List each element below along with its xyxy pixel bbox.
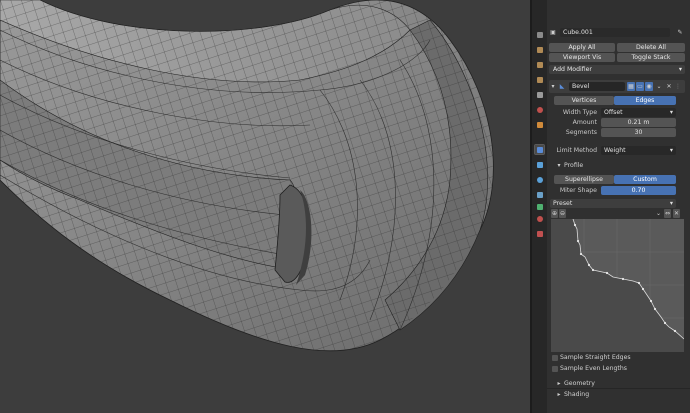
- geometry-expand-icon[interactable]: ▸: [556, 379, 562, 388]
- affect-edges-button[interactable]: Edges: [614, 96, 676, 105]
- bevel-icon: ◣: [559, 83, 565, 90]
- chevron-down-icon: ▾: [669, 200, 673, 207]
- toggle-stack-button[interactable]: Toggle Stack: [617, 53, 685, 62]
- object-tab[interactable]: [535, 120, 544, 129]
- delete-all-button[interactable]: Delete All: [617, 43, 685, 52]
- segments-label: Segments: [565, 129, 597, 136]
- modifier-tab[interactable]: [534, 144, 545, 155]
- profile-curve-plot: [551, 218, 685, 352]
- sample-even-lengths-label: Sample Even Lengths: [560, 365, 627, 372]
- sample-even-lengths-checkbox[interactable]: [552, 366, 558, 372]
- constraints-tab[interactable]: [535, 190, 544, 199]
- chevron-down-icon: ▾: [678, 66, 682, 73]
- miter-shape-label: Miter Shape: [559, 187, 597, 194]
- shading-header[interactable]: Shading: [564, 390, 589, 399]
- curve-options-icon[interactable]: ⌄: [655, 209, 662, 218]
- tool-tab[interactable]: [535, 30, 544, 39]
- particles-tab[interactable]: [535, 160, 544, 169]
- texture-tab[interactable]: [535, 229, 544, 238]
- dropdown-chevron-icon[interactable]: ⌄: [655, 82, 663, 91]
- collapse-icon[interactable]: ▾: [550, 82, 556, 91]
- profile-collapse-icon[interactable]: ▾: [556, 161, 562, 170]
- width-type-label: Width Type: [562, 109, 597, 116]
- object-data-tab[interactable]: [535, 202, 544, 211]
- viewport-vis-button[interactable]: Viewport Vis: [549, 53, 615, 62]
- segments-field[interactable]: 30: [601, 128, 676, 137]
- output-tab[interactable]: [535, 60, 544, 69]
- x-icon[interactable]: ✕: [665, 82, 673, 91]
- object-name-field[interactable]: Cube.001: [560, 28, 670, 37]
- wrench-icon: [536, 146, 543, 153]
- mesh-render: [0, 0, 530, 413]
- divider: [547, 388, 690, 389]
- sample-straight-edges-checkbox[interactable]: [552, 355, 558, 361]
- pin-icon[interactable]: ✎: [675, 28, 685, 37]
- modifier-name-field[interactable]: Bevel: [569, 82, 625, 91]
- edit-mode-toggle[interactable]: ▦: [627, 82, 635, 91]
- camera-icon[interactable]: ◉: [645, 82, 653, 91]
- preset-dropdown[interactable]: Preset ▾: [550, 199, 676, 208]
- profile-curve-widget[interactable]: [551, 218, 685, 352]
- physics-tab[interactable]: [535, 175, 544, 184]
- apply-all-button[interactable]: Apply All: [549, 43, 615, 52]
- width-type-dropdown[interactable]: Offset ▾: [601, 108, 676, 117]
- zoom-out-icon[interactable]: ⊖: [559, 209, 566, 218]
- geometry-header[interactable]: Geometry: [564, 379, 595, 388]
- 3d-viewport[interactable]: [0, 0, 530, 413]
- scene-tab[interactable]: [535, 90, 544, 99]
- amount-label: Amount: [572, 119, 597, 126]
- zoom-in-icon[interactable]: ⊕: [551, 209, 558, 218]
- render-tab[interactable]: [535, 45, 544, 54]
- properties-panel: ▣ Cube.001 ✎ Apply All Delete All Viewpo…: [547, 0, 690, 413]
- chevron-down-icon: ▾: [669, 109, 673, 116]
- material-tab[interactable]: [535, 214, 544, 223]
- profile-header[interactable]: Profile: [564, 161, 583, 170]
- shading-expand-icon[interactable]: ▸: [556, 390, 562, 399]
- clip-icon[interactable]: ✕: [673, 209, 680, 218]
- profile-custom-button[interactable]: Custom: [614, 175, 676, 184]
- view-layer-tab[interactable]: [535, 75, 544, 84]
- add-modifier-dropdown[interactable]: Add Modifier ▾: [549, 65, 685, 74]
- profile-superellipse-button[interactable]: Superellipse: [554, 175, 614, 184]
- world-tab[interactable]: [535, 105, 544, 114]
- properties-tab-bar: [532, 0, 547, 413]
- amount-field[interactable]: 0.21 m: [601, 118, 676, 127]
- reset-view-icon[interactable]: ⇔: [664, 209, 671, 218]
- affect-vertices-button[interactable]: Vertices: [554, 96, 614, 105]
- chevron-down-icon: ▾: [669, 147, 673, 154]
- limit-method-label: Limit Method: [556, 147, 597, 154]
- miter-shape-slider[interactable]: 0.70: [601, 186, 676, 195]
- object-type-icon[interactable]: ▣: [549, 28, 557, 37]
- drag-handle-icon[interactable]: ⋮: [674, 82, 682, 91]
- monitor-icon[interactable]: ▭: [636, 82, 644, 91]
- sample-straight-edges-label: Sample Straight Edges: [560, 354, 631, 361]
- limit-method-dropdown[interactable]: Weight ▾: [601, 146, 676, 155]
